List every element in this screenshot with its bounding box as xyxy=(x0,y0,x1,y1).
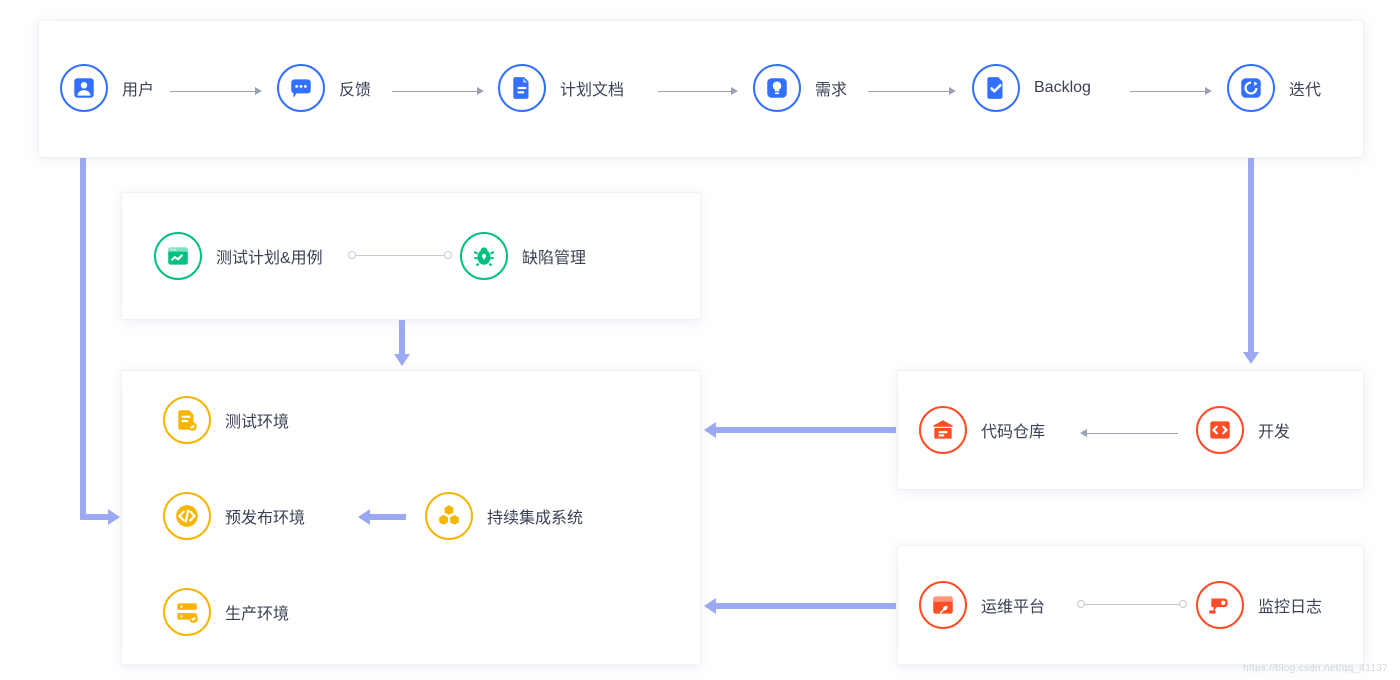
node-testplan: 测试计划&用例 xyxy=(154,232,323,280)
node-defect: 缺陷管理 xyxy=(460,232,586,280)
user-icon xyxy=(60,64,108,112)
cycle-icon xyxy=(1227,64,1275,112)
dev-label: 开发 xyxy=(1258,418,1290,442)
wrench-icon xyxy=(919,581,967,629)
check-icon xyxy=(972,64,1020,112)
conn-testplan-defect xyxy=(355,255,445,256)
camera-icon xyxy=(1196,581,1244,629)
repo-icon xyxy=(919,406,967,454)
arrow-ci-pre xyxy=(370,514,406,520)
dev-icon xyxy=(1196,406,1244,454)
backlog-label: Backlog xyxy=(1034,79,1091,97)
monitor-label: 监控日志 xyxy=(1258,593,1322,617)
node-dev: 开发 xyxy=(1196,406,1290,454)
arrow-req-backlog xyxy=(868,87,956,95)
flow-repo-to-env-top xyxy=(716,427,896,433)
testenv-label: 测试环境 xyxy=(225,408,289,432)
flow-user-down xyxy=(80,158,86,520)
testplan-label: 测试计划&用例 xyxy=(216,244,323,268)
node-ci: 持续集成系统 xyxy=(425,492,583,540)
flow-qa-down xyxy=(399,320,405,354)
ci-label: 持续集成系统 xyxy=(487,504,583,528)
conn-dot-left-qa xyxy=(348,251,356,259)
flow-user-right xyxy=(80,514,108,520)
arrow-feedback-plan xyxy=(392,87,484,95)
document-icon xyxy=(498,64,546,112)
conn-dot-right-qa xyxy=(444,251,452,259)
node-testenv: 测试环境 xyxy=(163,396,289,444)
defect-label: 缺陷管理 xyxy=(522,244,586,268)
arrow-plan-req xyxy=(658,87,738,95)
feedback-icon xyxy=(277,64,325,112)
iter-label: 迭代 xyxy=(1289,76,1321,100)
arrow-user-feedback xyxy=(170,87,262,95)
repo-label: 代码仓库 xyxy=(981,418,1045,442)
node-monitor: 监控日志 xyxy=(1196,581,1322,629)
testenv-icon xyxy=(163,396,211,444)
node-repo: 代码仓库 xyxy=(919,406,1045,454)
bug-icon xyxy=(460,232,508,280)
node-iter: 迭代 xyxy=(1227,64,1321,112)
flow-iter-down xyxy=(1248,158,1254,352)
flow-ops-to-env-bot xyxy=(716,603,896,609)
conn-dot-left-ops xyxy=(1077,600,1085,608)
server-icon xyxy=(163,588,211,636)
feedback-label: 反馈 xyxy=(339,76,371,100)
prodenv-label: 生产环境 xyxy=(225,600,289,624)
req-label: 需求 xyxy=(815,76,847,100)
cubes-icon xyxy=(425,492,473,540)
arrow-dev-repo xyxy=(1080,429,1178,437)
preenv-label: 预发布环境 xyxy=(225,504,305,528)
arrow-backlog-iter xyxy=(1130,87,1212,95)
code-icon xyxy=(163,492,211,540)
conn-ops xyxy=(1084,604,1180,605)
node-prodenv: 生产环境 xyxy=(163,588,289,636)
user-label: 用户 xyxy=(122,76,154,100)
testplan-icon xyxy=(154,232,202,280)
plan-label: 计划文档 xyxy=(560,76,624,100)
watermark: https://blog.csdn.net/qq_41137 xyxy=(1243,663,1388,674)
node-opsplat: 运维平台 xyxy=(919,581,1045,629)
node-user: 用户 xyxy=(60,64,154,112)
conn-dot-right-ops xyxy=(1179,600,1187,608)
opsplat-label: 运维平台 xyxy=(981,593,1045,617)
bulb-icon xyxy=(753,64,801,112)
node-feedback: 反馈 xyxy=(277,64,371,112)
node-backlog: Backlog xyxy=(972,64,1091,112)
node-preenv: 预发布环境 xyxy=(163,492,305,540)
node-plan: 计划文档 xyxy=(498,64,624,112)
node-req: 需求 xyxy=(753,64,847,112)
